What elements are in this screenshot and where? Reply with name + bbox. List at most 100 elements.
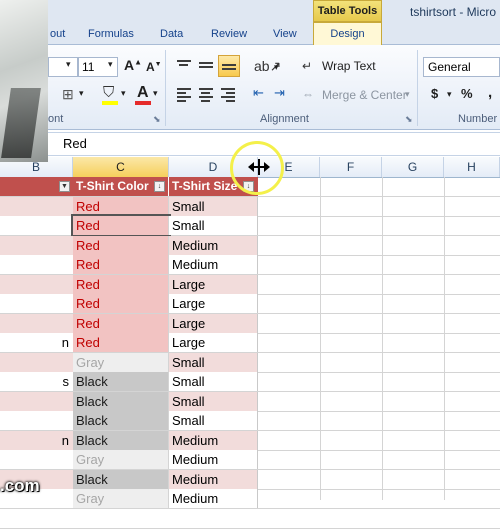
merge-icon[interactable]: ⇔ — [302, 87, 314, 101]
filter-dropdown-icon[interactable]: ▼ — [59, 181, 70, 192]
align-middle-icon[interactable] — [199, 62, 213, 74]
chevron-down-icon[interactable]: ▾ — [121, 88, 126, 99]
tab-review[interactable]: Review — [211, 28, 247, 40]
table-cell-color[interactable]: Gray — [73, 450, 169, 469]
table-cell-color[interactable]: Red — [73, 333, 169, 352]
font-color-icon[interactable]: A — [137, 84, 149, 102]
window-title: tshirtsort - Micro — [410, 5, 497, 19]
table-cell-b[interactable] — [0, 313, 73, 333]
table-tools-header: Table Tools — [313, 0, 382, 22]
table-cell-b[interactable] — [0, 216, 73, 235]
font-color-swatch — [135, 101, 151, 105]
decrease-indent-icon[interactable]: ⇤ — [253, 85, 264, 101]
table-cell-color[interactable]: Red — [73, 313, 169, 333]
table-cell-b[interactable] — [0, 235, 73, 255]
table-cell-size[interactable]: Small — [169, 391, 258, 411]
table-cell-size[interactable]: Small — [169, 352, 258, 372]
increase-indent-icon[interactable]: ⇥ — [274, 85, 285, 101]
table-cell-color[interactable]: Gray — [73, 352, 169, 372]
wrap-text-button[interactable]: Wrap Text — [322, 59, 376, 73]
tab-data[interactable]: Data — [160, 28, 183, 40]
table-cell-size[interactable]: Medium — [169, 235, 258, 255]
table-cell-b[interactable] — [0, 294, 73, 313]
column-header-c[interactable]: C — [73, 157, 169, 177]
table-cell-color[interactable]: Red — [73, 274, 169, 294]
chevron-down-icon[interactable]: ▾ — [405, 89, 410, 100]
table-cell-size[interactable]: Medium — [169, 255, 258, 274]
chevron-down-icon[interactable]: ▾ — [79, 88, 84, 99]
align-right-icon[interactable] — [221, 88, 235, 102]
chevron-down-icon[interactable]: ▾ — [66, 59, 71, 70]
table-cell-color[interactable]: Black — [73, 372, 169, 391]
merge-center-button[interactable]: Merge & Center — [322, 88, 407, 102]
font-group-label: ont — [48, 113, 64, 125]
borders-icon[interactable]: ⊞ — [62, 86, 74, 103]
sort-filter-icon[interactable]: ↓ — [154, 181, 165, 192]
table-cell-color[interactable]: Red — [73, 255, 169, 274]
wrap-text-icon[interactable]: ↵ — [302, 59, 312, 73]
table-cell-size[interactable]: Small — [169, 196, 258, 216]
column-header-g[interactable]: G — [382, 157, 444, 177]
table-cell-size[interactable]: Large — [169, 333, 258, 352]
percent-button[interactable]: % — [461, 86, 473, 101]
table-cell-b[interactable]: n — [0, 430, 73, 450]
table-cell-b[interactable] — [0, 196, 73, 216]
table-cell-color[interactable]: Black — [73, 469, 169, 489]
chevron-down-icon[interactable]: ▾ — [153, 88, 158, 99]
align-top-icon[interactable] — [177, 60, 191, 72]
chevron-down-icon[interactable]: ▾ — [447, 89, 452, 100]
table-cell-color[interactable]: Red — [71, 214, 171, 237]
fill-color-icon[interactable]: ⛉ — [103, 84, 114, 101]
table-cell-size[interactable]: Medium — [169, 469, 258, 489]
group-separator — [165, 50, 166, 126]
dialog-launcher-icon[interactable]: ⬊ — [405, 114, 413, 125]
column-resize-cursor-icon — [248, 159, 270, 175]
tab-view[interactable]: View — [273, 28, 297, 40]
font-size-value: 11 — [82, 60, 95, 74]
gridline — [382, 177, 383, 500]
table-cell-size[interactable]: Medium — [169, 430, 258, 450]
table-cell-b[interactable] — [0, 411, 73, 430]
gridline — [444, 177, 445, 500]
table-cell-color[interactable]: Black — [73, 430, 169, 450]
dialog-launcher-icon[interactable]: ⬊ — [153, 114, 161, 125]
currency-button[interactable]: $ — [431, 86, 438, 101]
number-format-select[interactable]: General — [423, 57, 500, 77]
column-header-f[interactable]: F — [320, 157, 382, 177]
table-cell-b[interactable]: n — [0, 333, 73, 352]
align-center-icon[interactable] — [199, 88, 213, 102]
table-cell-color[interactable]: Red — [73, 196, 169, 216]
table-cell-size[interactable]: Small — [169, 372, 258, 391]
chevron-down-icon[interactable]: ▾ — [274, 62, 279, 73]
table-cell-size[interactable]: Medium — [169, 489, 258, 508]
table-cell-b[interactable]: s — [0, 372, 73, 391]
align-left-icon[interactable] — [177, 88, 191, 102]
font-name-box[interactable] — [48, 57, 78, 77]
table-cell-color[interactable]: Red — [73, 294, 169, 313]
table-cell-size[interactable]: Medium — [169, 450, 258, 469]
tab-design[interactable]: Design — [313, 22, 382, 45]
tab-formulas[interactable]: Formulas — [88, 28, 134, 40]
table-cell-color[interactable]: Black — [73, 391, 169, 411]
table-cell-b[interactable] — [0, 352, 73, 372]
table-cell-size[interactable]: Large — [169, 313, 258, 333]
table-cell-size[interactable]: Large — [169, 294, 258, 313]
column-header-h[interactable]: H — [444, 157, 500, 177]
tab-layout[interactable]: out — [50, 28, 65, 40]
table-cell-size[interactable]: Large — [169, 274, 258, 294]
chevron-down-icon[interactable]: ▾ — [108, 59, 113, 70]
formula-bar-value[interactable]: Red — [63, 136, 87, 151]
comma-button[interactable]: , — [488, 84, 492, 101]
table-cell-color[interactable]: Red — [73, 235, 169, 255]
table-cell-size[interactable]: Small — [169, 216, 258, 235]
table-cell-color[interactable]: Black — [73, 411, 169, 430]
table-cell-b[interactable] — [0, 255, 73, 274]
grow-font-icon[interactable]: A▲ — [124, 57, 142, 73]
table-cell-b[interactable] — [0, 274, 73, 294]
table-cell-b[interactable] — [0, 450, 73, 469]
table-cell-b[interactable] — [0, 391, 73, 411]
table-cell-size[interactable]: Small — [169, 411, 258, 430]
shrink-font-icon[interactable]: A▼ — [146, 60, 162, 74]
fill-color-swatch — [102, 101, 118, 105]
table-cell-color[interactable]: Gray — [73, 489, 169, 508]
